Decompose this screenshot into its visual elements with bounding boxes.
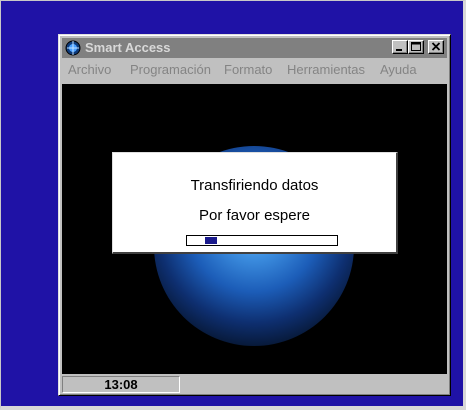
transfer-message: Transfiriendo datos xyxy=(190,177,319,194)
maximize-button[interactable] xyxy=(408,40,424,54)
menu-ayuda[interactable]: Ayuda xyxy=(380,62,417,78)
status-bar: 13:08 xyxy=(62,376,447,393)
app-globe-icon xyxy=(65,40,81,56)
close-button[interactable] xyxy=(428,40,444,54)
main-window: Smart Access Archivo Programación Format… xyxy=(58,34,451,396)
status-time: 13:08 xyxy=(62,376,180,393)
menu-herramientas[interactable]: Herramientas xyxy=(287,62,365,78)
minimize-button[interactable] xyxy=(392,40,408,54)
menu-programacion[interactable]: Programación xyxy=(130,62,211,78)
menu-bar: Archivo Programación Formato Herramienta… xyxy=(62,60,447,80)
transfer-dialog: Transfiriendo datos Por favor espere xyxy=(112,152,398,254)
window-title: Smart Access xyxy=(85,40,171,55)
close-icon xyxy=(431,42,441,51)
progress-bar xyxy=(186,235,338,246)
wait-message: Por favor espere xyxy=(199,207,310,224)
menu-formato[interactable]: Formato xyxy=(224,62,272,78)
progress-fill xyxy=(205,237,217,244)
minimize-icon xyxy=(396,49,402,51)
content-area: Transfiriendo datos Por favor espere xyxy=(62,84,447,374)
maximize-icon xyxy=(411,42,421,51)
menu-archivo[interactable]: Archivo xyxy=(68,62,111,78)
title-bar[interactable]: Smart Access xyxy=(62,38,447,58)
desktop: Smart Access Archivo Programación Format… xyxy=(0,0,466,410)
